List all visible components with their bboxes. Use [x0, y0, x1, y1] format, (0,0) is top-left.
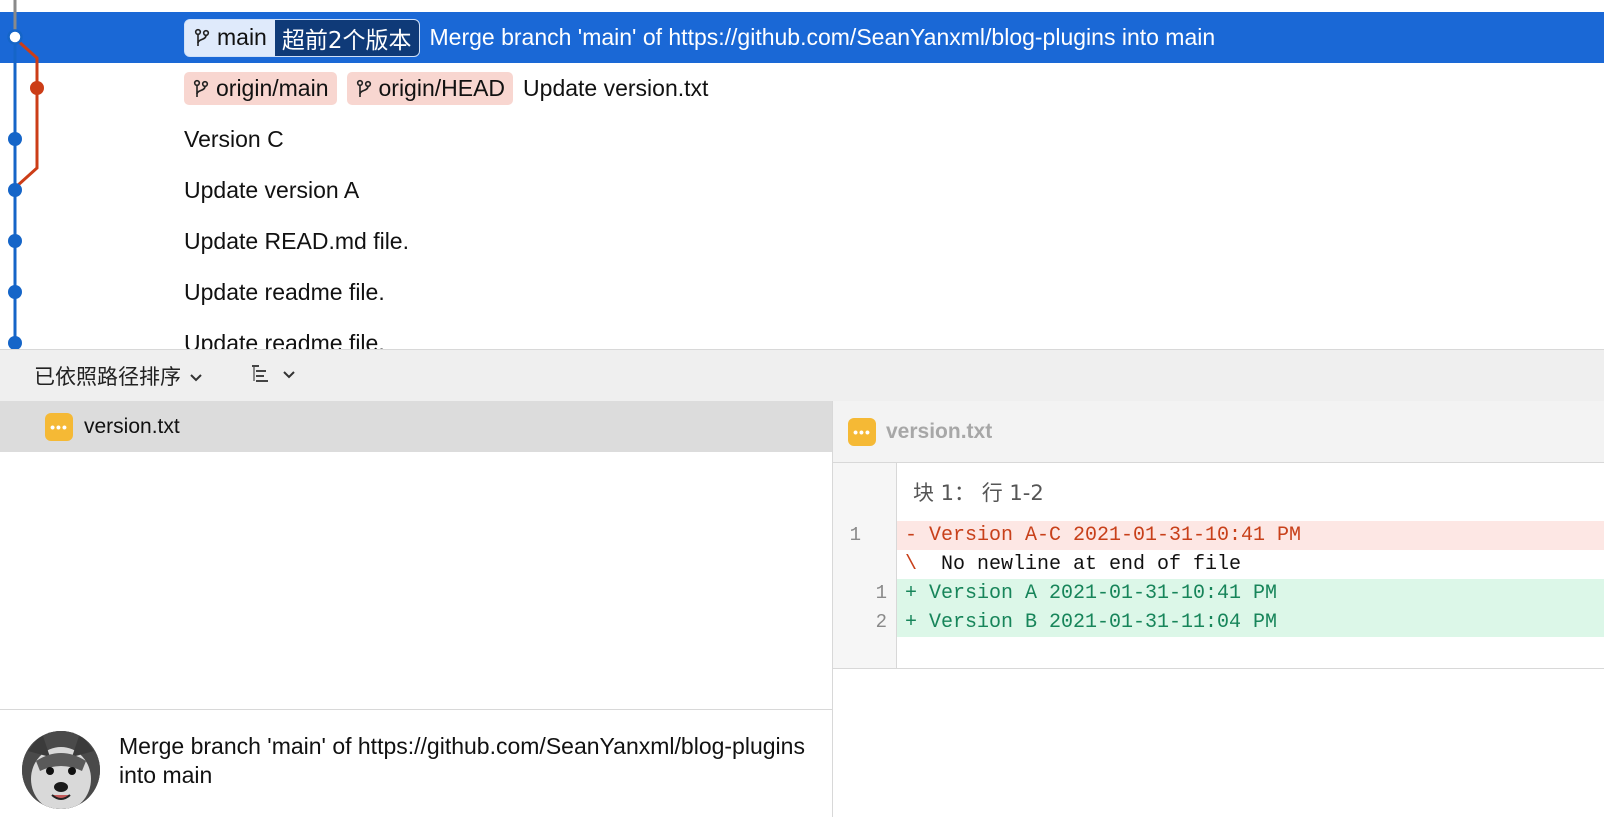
diff-line-added: 2 + Version B 2021-01-31-11:04 PM [833, 608, 1604, 637]
diff-header: ••• version.txt [833, 401, 1604, 463]
local-branch-badge[interactable]: main 超前2个版本 [184, 18, 420, 57]
chevron-down-icon [282, 367, 296, 385]
diff-marker: + [905, 611, 918, 634]
graph-node [8, 336, 22, 350]
graph-node [8, 234, 22, 248]
diff-line-added: 1 + Version A 2021-01-31-10:41 PM [833, 579, 1604, 608]
commit-row-merge[interactable]: main 超前2个版本 Merge branch 'main' of https… [0, 12, 1604, 63]
branch-icon [192, 79, 210, 99]
graph-line-merged [15, 38, 39, 188]
diff-marker: + [905, 582, 918, 605]
diff-code: No newline at end of file [941, 553, 1242, 576]
branch-icon [193, 28, 211, 48]
diff-code: Version A 2021-01-31-10:41 PM [929, 582, 1278, 605]
commit-detail: Merge branch 'main' of https://github.co… [0, 709, 833, 817]
author-avatar [22, 731, 100, 809]
graph-node-selected [7, 29, 23, 45]
diff-marker: \ [905, 553, 918, 576]
commit-row-update-version[interactable]: origin/main origin/HEAD Update version.t… [0, 63, 1604, 114]
commit-row[interactable]: Update version A [0, 165, 1604, 216]
graph-node [8, 285, 22, 299]
graph-node [8, 183, 22, 197]
diff-marker: - [905, 524, 918, 547]
branch-name: origin/main [216, 75, 329, 101]
commit-content: origin/main origin/HEAD Update version.t… [184, 63, 708, 114]
diff-line-no-newline: \ No newline at end of file [833, 550, 1604, 579]
modified-file-icon: ••• [848, 417, 876, 446]
graph-node [30, 81, 44, 95]
diff-body[interactable]: 块 1： 行 1-2 1 - Version A-C 2021-01-31-10… [833, 463, 1604, 669]
branch-badge-main: main [185, 19, 275, 56]
remote-branch-badge-origin-main[interactable]: origin/main [184, 72, 337, 105]
sort-label: 已依照路径排序 [34, 365, 181, 389]
hunk-header: 块 1： 行 1-2 [913, 481, 1044, 505]
remote-branch-badge-origin-head[interactable]: origin/HEAD [346, 72, 514, 105]
diff-code: Version A-C 2021-01-31-10:41 PM [929, 524, 1302, 547]
commit-content: main 超前2个版本 Merge branch 'main' of https… [184, 12, 1215, 63]
chevron-down-icon [189, 364, 203, 388]
commit-message: Update version.txt [523, 75, 709, 101]
graph-node [8, 132, 22, 146]
sort-order-dropdown[interactable]: 已依照路径排序 [34, 350, 203, 402]
modified-file-icon: ••• [45, 412, 73, 441]
file-list-toolbar: 已依照路径排序 [0, 349, 1604, 403]
commit-detail-message: Merge branch 'main' of https://github.co… [119, 733, 805, 788]
view-mode-dropdown[interactable] [250, 350, 296, 402]
old-line-number: 1 [849, 524, 861, 546]
commit-message: Update READ.md file. [184, 228, 409, 254]
commit-row[interactable]: Update readme file. [0, 267, 1604, 318]
new-line-number: 1 [875, 582, 887, 604]
diff-panel: ••• version.txt 块 1： 行 1-2 1 - Version A… [833, 401, 1604, 816]
file-row[interactable]: ••• version.txt [0, 401, 832, 452]
diff-line-removed: 1 - Version A-C 2021-01-31-10:41 PM [833, 521, 1604, 550]
new-line-number: 2 [875, 611, 887, 633]
commit-graph [7, 0, 44, 358]
list-tree-icon [250, 362, 272, 391]
commit-message: Update version A [184, 177, 360, 203]
commit-message: Version C [184, 126, 284, 152]
ahead-count-badge: 超前2个版本 [274, 19, 419, 56]
branch-name: main [217, 24, 267, 50]
commit-message: Update readme file. [184, 279, 385, 305]
diff-file-name: version.txt [886, 419, 993, 443]
commit-row[interactable]: Update READ.md file. [0, 216, 1604, 267]
commit-row[interactable]: Version C [0, 114, 1604, 165]
commit-message: Merge branch 'main' of https://github.co… [429, 24, 1216, 50]
branch-icon [355, 79, 373, 99]
branch-name: origin/HEAD [378, 75, 506, 101]
diff-code: Version B 2021-01-31-11:04 PM [929, 611, 1278, 634]
changed-files-list: ••• version.txt [0, 401, 833, 709]
commit-history: main 超前2个版本 Merge branch 'main' of https… [0, 0, 1604, 358]
file-name: version.txt [84, 414, 180, 438]
